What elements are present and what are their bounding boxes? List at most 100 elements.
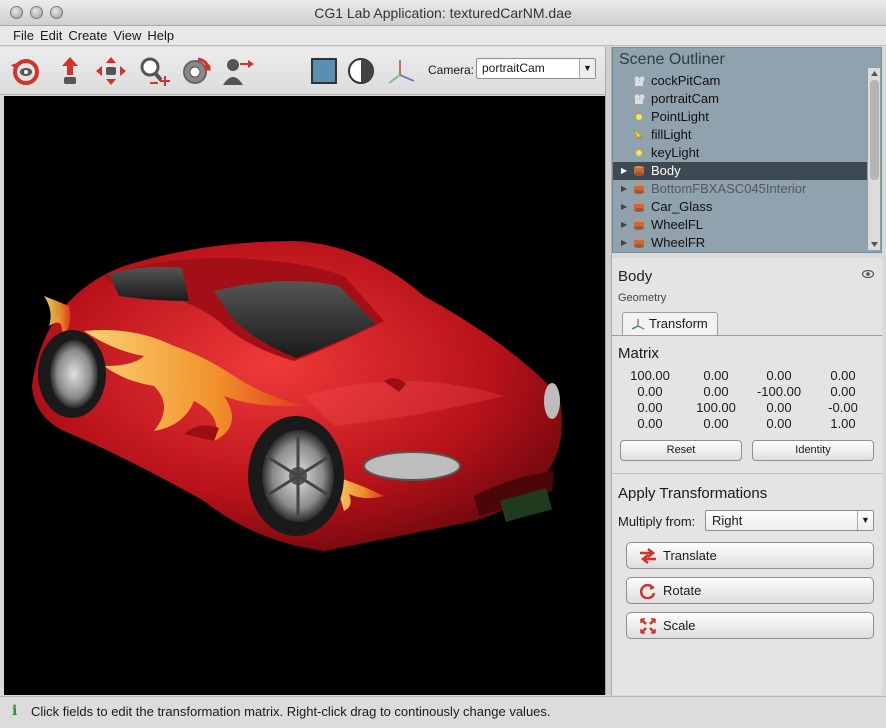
camera-select[interactable]: portraitCam ▼ <box>476 58 596 79</box>
outliner-item-label: cockPitCam <box>651 73 721 88</box>
outliner-item-label: WheelFL <box>651 217 704 232</box>
3d-viewport[interactable] <box>4 96 605 695</box>
panel-splitter[interactable] <box>605 47 612 695</box>
node-name: Body <box>618 268 653 285</box>
outliner-title: Scene Outliner <box>619 51 725 68</box>
rotate-label: Rotate <box>663 583 702 598</box>
matrix-cell[interactable]: 1.00 <box>810 416 876 431</box>
scene-outliner: Scene Outliner cockPitCam portraitCam Po… <box>612 47 882 253</box>
matrix-cell[interactable]: 0.00 <box>683 384 749 399</box>
chevron-down-icon: ▼ <box>579 59 595 78</box>
mesh-icon <box>634 220 644 230</box>
expand-triangle-icon[interactable]: ▶ <box>621 234 627 252</box>
toolbar: Camera: portraitCam ▼ <box>0 47 606 95</box>
matrix-title: Matrix <box>618 345 659 362</box>
matrix-cell[interactable]: 0.00 <box>617 384 683 399</box>
matrix-cell[interactable]: 0.00 <box>746 416 812 431</box>
outliner-item-cockpitcam[interactable]: cockPitCam <box>613 72 867 90</box>
outliner-item-portraitcam[interactable]: portraitCam <box>613 90 867 108</box>
outliner-item-label: Body <box>651 163 681 178</box>
outliner-item-wheelfl[interactable]: ▶ WheelFL <box>613 216 867 234</box>
outliner-item-bottom-interior[interactable]: ▶ BottomFBXASC045Interior <box>613 180 867 198</box>
orbit-icon[interactable] <box>8 55 44 87</box>
zoom-window-button[interactable] <box>50 6 63 19</box>
rotate-button[interactable]: Rotate <box>626 577 874 604</box>
outliner-item-label: WheelFR <box>651 235 706 250</box>
outliner-item-filllight[interactable]: fillLight <box>613 126 867 144</box>
menu-help[interactable]: Help <box>144 26 177 45</box>
shade-contrast-icon[interactable] <box>344 55 380 87</box>
light-icon <box>633 147 645 159</box>
mesh-icon <box>634 166 644 176</box>
multiply-from-label: Multiply from: <box>618 514 696 529</box>
axes-icon[interactable] <box>384 55 420 87</box>
outliner-item-body[interactable]: ▶ Body <box>613 162 867 180</box>
outliner-item-label: Car_Glass <box>651 199 713 214</box>
menu-view[interactable]: View <box>110 26 144 45</box>
menu-file[interactable]: File <box>10 26 37 45</box>
expand-triangle-icon[interactable]: ▶ <box>621 180 627 198</box>
outliner-item-keylight[interactable]: keyLight <box>613 144 867 162</box>
mesh-icon <box>634 202 644 212</box>
matrix-cell[interactable]: 0.00 <box>810 368 876 383</box>
outliner-item-wheelfr[interactable]: ▶ WheelFR <box>613 234 867 252</box>
multiply-from-select[interactable]: Right ▼ <box>705 510 874 531</box>
status-message: Click fields to edit the transformation … <box>31 704 551 719</box>
matrix-cell[interactable]: 100.00 <box>617 368 683 383</box>
title-bar: CG1 Lab Application: texturedCarNM.dae <box>0 0 886 26</box>
axes-icon <box>631 319 645 330</box>
dolly-icon[interactable] <box>52 55 88 87</box>
light-icon <box>633 111 645 123</box>
rotate-icon <box>639 583 656 599</box>
menu-create[interactable]: Create <box>65 26 110 45</box>
translate-button[interactable]: Translate <box>626 542 874 569</box>
expand-triangle-icon[interactable]: ▶ <box>621 216 627 234</box>
rotate-view-icon[interactable] <box>178 55 214 87</box>
outliner-item-label: PointLight <box>651 109 709 124</box>
menu-edit[interactable]: Edit <box>37 26 65 45</box>
outliner-scrollbar[interactable] <box>867 68 880 250</box>
matrix-cell[interactable]: 0.00 <box>746 368 812 383</box>
tab-transform[interactable]: Transform <box>622 312 718 336</box>
status-bar: i Click fields to edit the transformatio… <box>0 696 886 728</box>
outliner-item-label: BottomFBXASC045Interior <box>651 181 807 196</box>
translate-label: Translate <box>663 548 717 563</box>
outliner-item-car-glass[interactable]: ▶ Car_Glass <box>613 198 867 216</box>
window-title: CG1 Lab Application: texturedCarNM.dae <box>314 5 572 21</box>
expand-triangle-icon[interactable]: ▶ <box>621 198 627 216</box>
camera-select-value: portraitCam <box>482 61 545 75</box>
outliner-item-pointlight[interactable]: PointLight <box>613 108 867 126</box>
properties-panel: Body Geometry Transform Matrix 100.00 0.… <box>612 258 882 695</box>
close-window-button[interactable] <box>10 6 23 19</box>
walk-icon[interactable] <box>220 55 256 87</box>
matrix-cell[interactable]: 0.00 <box>746 400 812 415</box>
matrix-cell[interactable]: 0.00 <box>810 384 876 399</box>
zoom-icon[interactable] <box>136 55 172 87</box>
reset-button[interactable]: Reset <box>620 440 742 461</box>
identity-button[interactable]: Identity <box>752 440 874 461</box>
tab-label: Transform <box>649 316 708 331</box>
matrix-cell[interactable]: 0.00 <box>617 416 683 431</box>
chevron-down-icon: ▼ <box>857 511 873 530</box>
menu-bar: File Edit Create View Help <box>0 26 886 46</box>
matrix-cell[interactable]: -100.00 <box>746 384 812 399</box>
apply-transformations-title: Apply Transformations <box>618 485 768 502</box>
shade-solid-icon[interactable] <box>308 55 344 87</box>
translate-icon <box>640 548 656 564</box>
tab-divider <box>612 335 882 336</box>
matrix-cell[interactable]: 0.00 <box>683 368 749 383</box>
node-type: Geometry <box>618 292 667 304</box>
expand-triangle-icon[interactable]: ▶ <box>621 162 627 180</box>
camera-icon <box>634 94 645 104</box>
matrix-cell[interactable]: 100.00 <box>683 400 749 415</box>
minimize-window-button[interactable] <box>30 6 43 19</box>
mesh-icon <box>634 184 644 194</box>
scale-label: Scale <box>663 618 696 633</box>
eye-icon[interactable] <box>862 270 874 278</box>
pan-icon[interactable] <box>93 55 129 87</box>
matrix-cell[interactable]: 0.00 <box>617 400 683 415</box>
scale-button[interactable]: Scale <box>626 612 874 639</box>
matrix-cell[interactable]: -0.00 <box>810 400 876 415</box>
spot-light-icon <box>633 129 643 141</box>
matrix-cell[interactable]: 0.00 <box>683 416 749 431</box>
